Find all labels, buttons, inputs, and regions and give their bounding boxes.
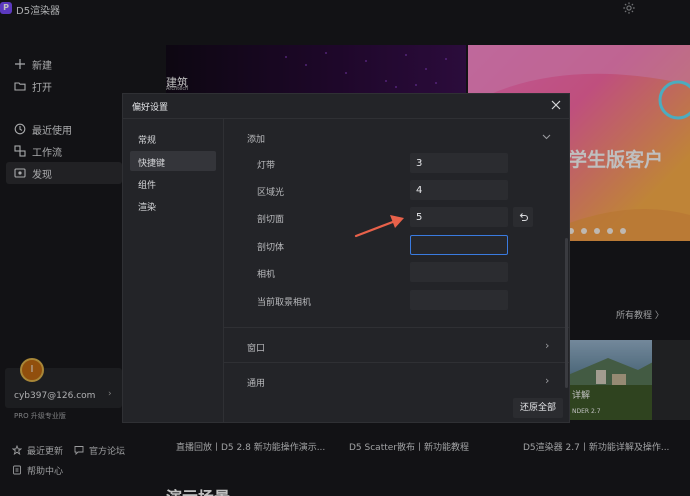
- category-shortcuts[interactable]: 快捷键: [138, 156, 165, 169]
- shortcut-field-section-plane[interactable]: [410, 207, 508, 227]
- reset-shortcut-button[interactable]: [513, 207, 533, 227]
- shortcut-label-section-box: 剖切体: [257, 243, 285, 253]
- shortcut-label-strip-light: 灯带: [257, 161, 276, 171]
- chevron-right-icon[interactable]: ›: [545, 339, 549, 352]
- shortcut-label-camera: 相机: [257, 270, 276, 280]
- close-icon[interactable]: [551, 100, 561, 110]
- shortcut-label-area-light: 区域光: [257, 188, 285, 198]
- annotation-arrow: [354, 215, 404, 238]
- chevron-down-icon[interactable]: [542, 134, 551, 140]
- section-add-header[interactable]: 添加: [247, 132, 265, 145]
- shortcut-field-area-light[interactable]: [410, 180, 508, 200]
- category-render[interactable]: 渲染: [138, 200, 156, 213]
- shortcut-field-strip-light[interactable]: [410, 153, 508, 173]
- shortcut-label-section-plane: 剖切面: [257, 215, 285, 225]
- section-window-header[interactable]: 窗口: [247, 341, 265, 354]
- dialog-divider: [223, 119, 224, 423]
- undo-icon: [519, 212, 528, 221]
- restore-all-button[interactable]: 还原全部: [513, 398, 563, 418]
- dialog-header: [122, 93, 570, 119]
- section-divider: [224, 362, 569, 363]
- chevron-right-icon[interactable]: ›: [545, 374, 549, 387]
- preferences-dialog: [122, 93, 570, 423]
- shortcut-field-section-box[interactable]: [410, 235, 508, 255]
- category-components[interactable]: 组件: [138, 178, 156, 191]
- shortcut-field-current-view-camera[interactable]: [410, 290, 508, 310]
- dialog-title: 偏好设置: [132, 103, 169, 113]
- category-general[interactable]: 常规: [138, 133, 156, 146]
- section-general-header[interactable]: 通用: [247, 376, 265, 389]
- dialog-scrollbar[interactable]: [565, 238, 568, 388]
- section-divider: [224, 327, 569, 328]
- shortcut-field-camera[interactable]: [410, 262, 508, 282]
- shortcut-label-current-view-camera: 当前取景相机: [257, 298, 312, 308]
